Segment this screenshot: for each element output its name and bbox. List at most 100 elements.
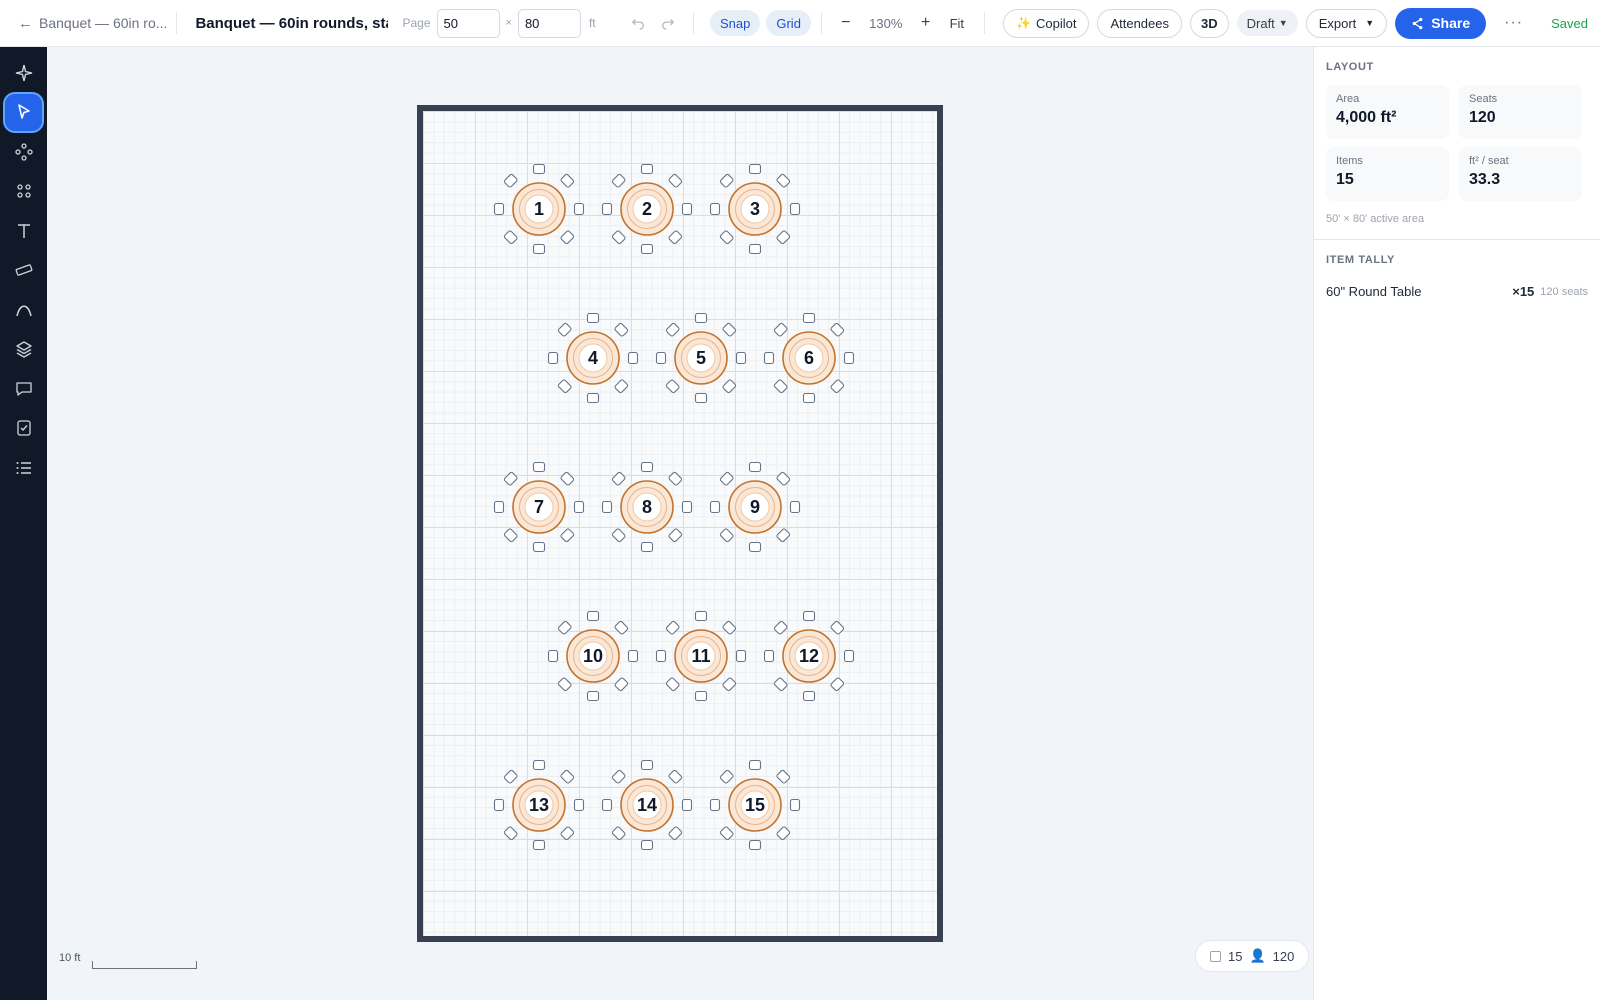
chevron-down-icon: ▼ (1278, 18, 1288, 28)
chevron-down-icon: ▼ (1365, 18, 1375, 28)
round-table[interactable]: 5 (655, 312, 747, 404)
layout-stats: Area 4,000 ft² Seats 120 Items 15 ft² / … (1314, 73, 1600, 201)
table-number: 8 (641, 496, 652, 517)
top-toolbar: ← Banquet — 60in ro... Banquet — 60in ro… (0, 0, 1600, 47)
share-button[interactable]: Share (1395, 7, 1487, 39)
redo-icon (662, 19, 675, 30)
tool-text-button[interactable] (5, 212, 42, 249)
tool-grid-dots-button[interactable] (5, 173, 42, 210)
export-dropdown[interactable]: Export ▼ (1305, 8, 1388, 38)
person-icon: 👤 (1249, 948, 1266, 963)
attendees-button[interactable]: Attendees (1097, 8, 1182, 38)
table-number: 9 (749, 496, 760, 517)
back-label: Banquet — 60in ro... (39, 15, 167, 31)
table-number: 11 (691, 645, 711, 666)
round-table[interactable]: 14 (601, 759, 693, 851)
stat-value: 4,000 ft² (1336, 109, 1397, 126)
document-title[interactable]: Banquet — 60in rounds, staggered (195, 15, 388, 32)
divider (692, 12, 694, 34)
more-menu-button[interactable]: ··· (1504, 14, 1523, 32)
text-icon (17, 223, 30, 238)
grid-dots-icon (16, 184, 31, 198)
item-icon (1210, 950, 1221, 962)
round-table[interactable]: 13 (493, 759, 585, 851)
stat-value: 33.3 (1469, 171, 1501, 188)
snap-toggle[interactable]: Snap (709, 10, 761, 36)
divider (176, 12, 178, 34)
layout-section-title: LAYOUT (1326, 61, 1374, 73)
share-icon (1412, 17, 1423, 29)
fit-button[interactable]: Fit (940, 16, 974, 31)
round-table[interactable]: 6 (763, 312, 855, 404)
round-table[interactable]: 3 (709, 163, 801, 255)
undo-icon (632, 19, 645, 30)
status-dropdown[interactable]: Draft ▼ (1236, 10, 1298, 36)
draft-label: Draft (1246, 15, 1275, 31)
scale-bar (92, 961, 197, 969)
list-icon (16, 461, 31, 474)
table-number: 2 (641, 198, 652, 219)
divider (820, 12, 822, 34)
zoom-level[interactable]: 130% (860, 16, 912, 31)
tool-curve-button[interactable] (5, 291, 42, 328)
undo-button[interactable] (624, 9, 654, 38)
stat-label: Area (1336, 93, 1360, 105)
stat-value: 120 (1469, 109, 1496, 126)
export-label: Export (1318, 15, 1357, 31)
divider (984, 12, 986, 34)
layers-icon (15, 341, 32, 358)
round-table[interactable]: 4 (547, 312, 639, 404)
tool-nodes-button[interactable] (5, 133, 42, 170)
sparkle-icon (15, 64, 32, 81)
status-seats-count: 120 (1272, 948, 1295, 964)
zoom-in-button[interactable]: + (912, 14, 940, 32)
active-area-note: 50' × 80' active area (1326, 213, 1425, 225)
unit-label: ft (588, 16, 596, 30)
times-sign: × (505, 17, 512, 29)
view-3d-button[interactable]: 3D (1190, 8, 1229, 38)
tally-item-name: 60" Round Table (1326, 284, 1422, 299)
tool-ruler-button[interactable] (5, 252, 42, 289)
save-status: Saved (1551, 15, 1588, 31)
page-height-input[interactable] (517, 8, 581, 38)
tally-row[interactable]: 60" Round Table ×15 120 seats (1314, 266, 1600, 299)
round-table[interactable]: 12 (763, 610, 855, 702)
table-number: 15 (744, 794, 766, 815)
round-table[interactable]: 2 (601, 163, 693, 255)
round-table[interactable]: 8 (601, 461, 693, 553)
tool-pointer-button[interactable] (5, 93, 42, 131)
table-number: 14 (636, 794, 658, 815)
ruler-icon (15, 264, 32, 276)
table-number: 3 (749, 198, 760, 219)
share-label: Share (1431, 15, 1471, 31)
stat-value: 15 (1336, 171, 1354, 188)
page-width-input[interactable] (436, 8, 500, 38)
round-table[interactable]: 10 (547, 610, 639, 702)
table-number: 10 (582, 645, 604, 666)
back-link[interactable]: ← Banquet — 60in ro... (18, 15, 166, 32)
copilot-button[interactable]: ✨ Copilot (1003, 8, 1090, 38)
stat-seats: Seats 120 (1459, 85, 1582, 139)
tool-checklist-button[interactable] (5, 410, 42, 447)
tool-list-button[interactable] (5, 449, 42, 486)
round-table[interactable]: 1 (493, 163, 585, 255)
status-items-count: 15 (1228, 948, 1243, 964)
design-canvas[interactable]: 1 2 3 4 5 6 7 8 9 10 11 12 13 14 15 10 ft 15 👤 120 (47, 47, 1313, 1000)
grid-toggle[interactable]: Grid (766, 10, 811, 36)
round-table[interactable]: 9 (709, 461, 801, 553)
stat-label: Items (1336, 155, 1363, 167)
scale-label: 10 ft (59, 952, 81, 964)
comment-icon (15, 381, 32, 396)
table-number: 7 (533, 496, 544, 517)
zoom-out-button[interactable]: − (832, 14, 860, 32)
checklist-icon (16, 420, 31, 436)
tool-sparkle-button[interactable] (5, 54, 42, 91)
round-table[interactable]: 7 (493, 461, 585, 553)
tool-layers-button[interactable] (5, 331, 42, 368)
page-size-label: Page (402, 16, 431, 30)
floor-plan[interactable]: 1 2 3 4 5 6 7 8 9 10 11 12 13 14 15 (417, 105, 943, 942)
round-table[interactable]: 15 (709, 759, 801, 851)
redo-button[interactable] (653, 9, 683, 38)
round-table[interactable]: 11 (655, 610, 747, 702)
tool-comment-button[interactable] (5, 370, 42, 407)
